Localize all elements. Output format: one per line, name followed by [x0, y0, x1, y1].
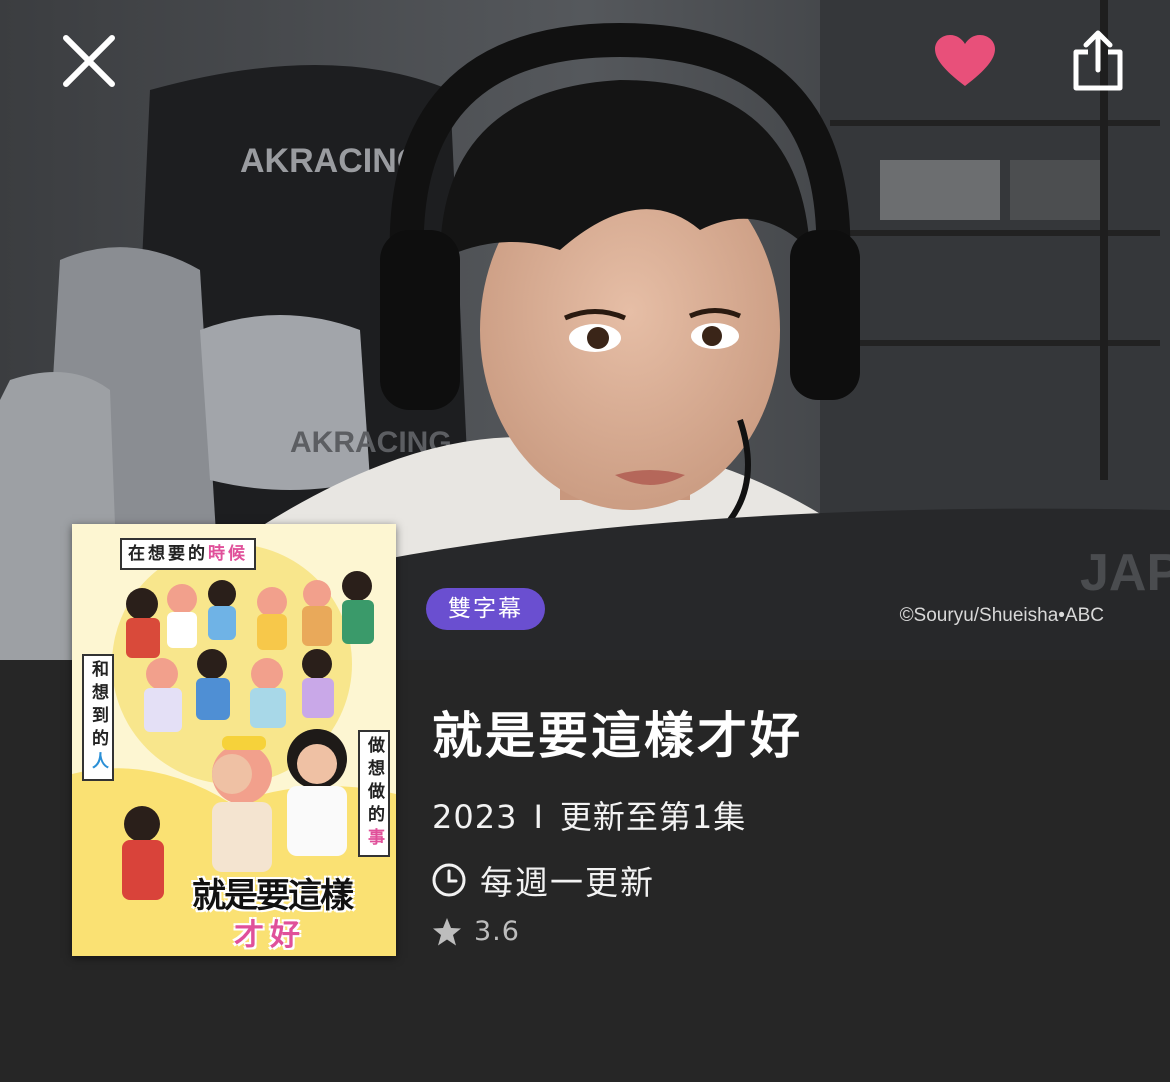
poster-right-caption: 做想做的事 [358, 730, 390, 857]
copyright-text: ©Souryu/Shueisha•ABC [899, 605, 1104, 626]
favorite-button[interactable] [934, 34, 1010, 100]
poster-image[interactable]: 在想要的時候 和想到的人 做想做的事 就是要這樣 才好 [72, 524, 396, 956]
rating-value: 3.6 [474, 916, 520, 947]
heart-icon [935, 35, 995, 86]
chair-logo-text: AKRACING [240, 142, 423, 180]
show-title: 就是要這樣才好 [432, 707, 803, 765]
share-icon [1073, 30, 1123, 91]
poster-logo-line2: 才好 [234, 918, 306, 953]
monitor-logo-text: JAP [1080, 544, 1170, 602]
close-icon [63, 35, 115, 87]
update-schedule: 每週一更新 [432, 856, 655, 904]
poster-top-caption: 在想要的時候 [120, 538, 256, 570]
schedule-text: 每週一更新 [480, 863, 655, 902]
share-button[interactable] [1072, 30, 1136, 100]
meta-separator: I [533, 798, 544, 836]
episode-status: 更新至第1集 [559, 798, 747, 836]
subtitle-badge: 雙字幕 [426, 588, 545, 630]
poster-left-caption: 和想到的人 [82, 654, 114, 781]
show-meta: 2023 I 更新至第1集 [432, 792, 746, 838]
close-button[interactable] [60, 32, 132, 104]
star-icon [433, 917, 461, 945]
rating: 3.6 [432, 916, 520, 947]
clock-icon [432, 863, 466, 897]
show-year: 2023 [432, 798, 518, 836]
